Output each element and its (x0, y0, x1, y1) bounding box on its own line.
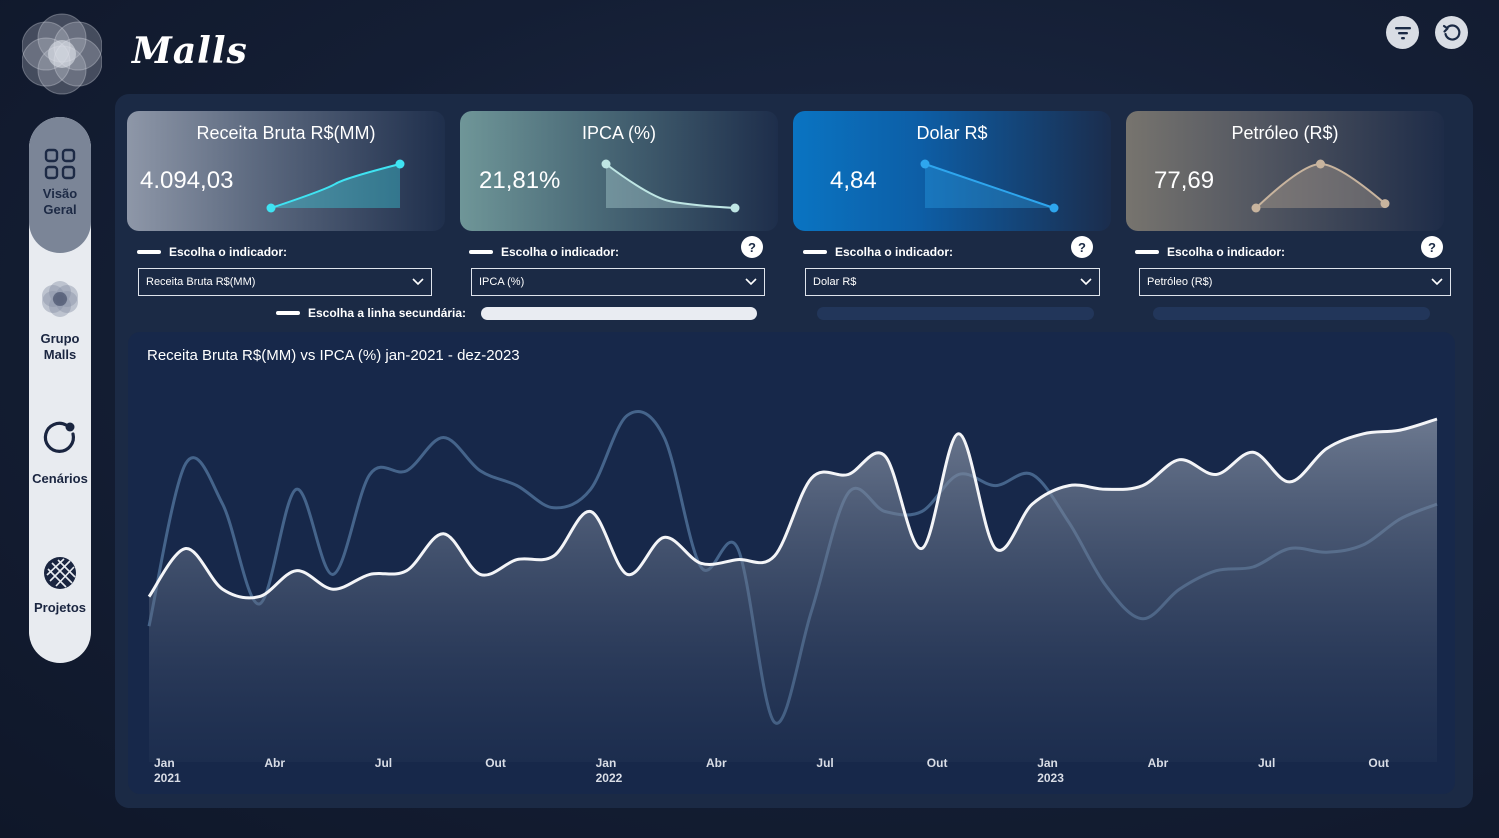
x-tick-year: 2022 (596, 771, 623, 785)
sidebar-item-label: Visão Geral (42, 186, 78, 217)
reset-icon (1442, 23, 1460, 41)
x-tick-label: Out (485, 756, 506, 770)
x-tick-label: Abr (706, 756, 727, 770)
sparkline-area (1256, 164, 1385, 208)
x-tick-label: Jan (1037, 756, 1058, 770)
sparkline-point (730, 203, 740, 213)
grid-icon (44, 148, 76, 180)
x-tick-year: 2021 (154, 771, 181, 785)
filter-button[interactable] (1386, 16, 1419, 49)
dropdown-value: IPCA (%) (479, 276, 525, 288)
sidebar-item-projetos[interactable]: Projetos (29, 555, 91, 616)
kpi-sparkline (266, 159, 405, 213)
help-button[interactable]: ? (741, 236, 763, 258)
indicator-dropdown-3[interactable]: Dolar R$ (805, 268, 1100, 296)
line-chart: Jan2021Abr Jul Out Jan2022Abr Jul Out Jan2023A… (147, 410, 1438, 785)
company-logo (21, 12, 103, 96)
sparkline-point (395, 159, 405, 169)
selector-label: Escolha o indicador: (137, 245, 287, 259)
chevron-down-icon (745, 278, 757, 286)
kpi-card-receita[interactable]: Receita Bruta R$(MM) 4.094,03 (127, 111, 445, 231)
reset-button[interactable] (1435, 16, 1468, 49)
sidebar-nav: Visão Geral Grupo Malls Cenários Projeto… (29, 117, 91, 663)
x-tick-label: Jul (1258, 756, 1275, 770)
x-tick-label: Abr (264, 756, 285, 770)
sparkline-point (1380, 199, 1390, 209)
kpi-card-dolar[interactable]: Dolar R$ 4,84 (793, 111, 1111, 231)
sidebar-item-label: Grupo Malls (40, 331, 80, 362)
indicator-dropdown-4[interactable]: Petróleo (R$) (1139, 268, 1451, 296)
kpi-sparkline (920, 159, 1059, 213)
selector-label: Escolha o indicador: (803, 245, 953, 259)
x-tick-label: Out (1368, 756, 1389, 770)
kpi-sparkline (601, 159, 740, 213)
x-tick-label: Out (927, 756, 948, 770)
sidebar-item-grupo-malls[interactable]: Grupo Malls (29, 279, 91, 363)
indicator-dropdown-1[interactable]: Receita Bruta R$(MM) (138, 268, 432, 296)
app-title: Malls (132, 30, 248, 72)
sparkline-point (601, 159, 611, 169)
sparkline-point (1316, 159, 1325, 169)
x-tick-label: Abr (1148, 756, 1169, 770)
dropdown-value: Receita Bruta R$(MM) (146, 276, 256, 288)
chevron-down-icon (412, 278, 424, 286)
sidebar-item-cenarios[interactable]: Cenários (29, 419, 91, 487)
indicator-dropdown-2[interactable]: IPCA (%) (471, 268, 765, 296)
line-chart-card: Receita Bruta R$(MM) vs IPCA (%) jan-202… (128, 332, 1455, 794)
selector-label: Escolha o indicador: (1135, 245, 1285, 259)
sparkline-point (266, 203, 276, 213)
circle-refresh-icon (43, 421, 75, 453)
x-tick-year: 2023 (1037, 771, 1064, 785)
mall-logo-icon (42, 281, 78, 317)
dropdown-value: Dolar R$ (813, 276, 857, 288)
secondary-line-slider-3[interactable] (1153, 307, 1430, 320)
secondary-line-label: Escolha a linha secundária: (276, 306, 466, 320)
x-tick-label: Jul (816, 756, 833, 770)
dropdown-value: Petróleo (R$) (1147, 276, 1213, 288)
chevron-down-icon (1431, 278, 1443, 286)
secondary-line-slider[interactable] (481, 307, 757, 320)
sparkline-point (1049, 203, 1059, 213)
secondary-line-slider-2[interactable] (817, 307, 1094, 320)
chevron-down-icon (1080, 278, 1092, 286)
filter-icon (1394, 26, 1411, 39)
sparkline-point (920, 159, 930, 169)
globe-grid-icon (44, 557, 76, 589)
kpi-card-ipca[interactable]: IPCA (%) 21,81% (460, 111, 778, 231)
help-button[interactable]: ? (1071, 236, 1093, 258)
help-button[interactable]: ? (1421, 236, 1443, 258)
x-tick-label: Jul (375, 756, 392, 770)
series-area (149, 419, 1437, 762)
sidebar-item-label: Projetos (33, 600, 86, 615)
kpi-sparkline (1251, 159, 1390, 213)
kpi-card-petroleo[interactable]: Petróleo (R$) 77,69 (1126, 111, 1444, 231)
x-tick-label: Jan (596, 756, 617, 770)
sidebar-item-label: Cenários (32, 471, 88, 486)
x-tick-label: Jan (154, 756, 175, 770)
sparkline-point (1251, 203, 1261, 213)
selector-label: Escolha o indicador: (469, 245, 619, 259)
sidebar-item-visao-geral[interactable]: Visão Geral (29, 117, 91, 253)
